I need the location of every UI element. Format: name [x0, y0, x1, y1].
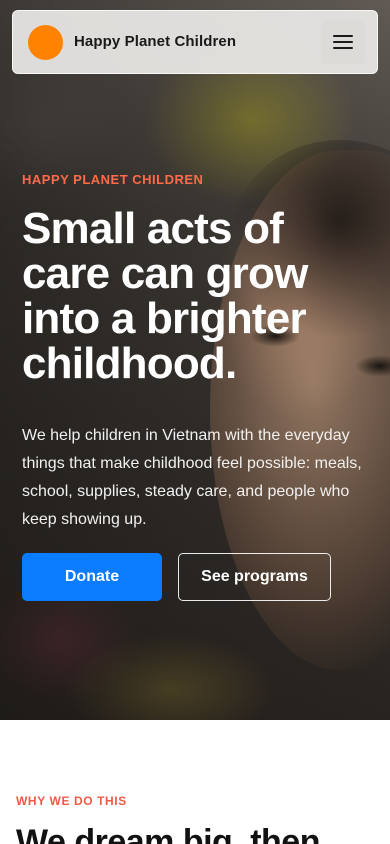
donate-button[interactable]: Donate — [22, 553, 162, 601]
hero-section: HAPPY PLANET CHILDREN Small acts of care… — [0, 0, 390, 720]
menu-button[interactable] — [321, 20, 365, 64]
hero-eyebrow: HAPPY PLANET CHILDREN — [22, 172, 204, 187]
hero-title: Small acts of care can grow into a brigh… — [22, 204, 308, 388]
see-programs-button[interactable]: See programs — [178, 553, 331, 601]
hero-description: We help children in Vietnam with the eve… — [22, 427, 362, 528]
brand-name[interactable]: Happy Planet Children — [74, 33, 236, 50]
section-eyebrow: WHY WE DO THIS — [16, 794, 127, 808]
top-navigation-bar: Happy Planet Children — [12, 10, 378, 74]
logo-icon[interactable] — [28, 25, 63, 60]
hamburger-menu-icon — [333, 34, 353, 50]
section-title: We dream big, then — [16, 823, 320, 844]
